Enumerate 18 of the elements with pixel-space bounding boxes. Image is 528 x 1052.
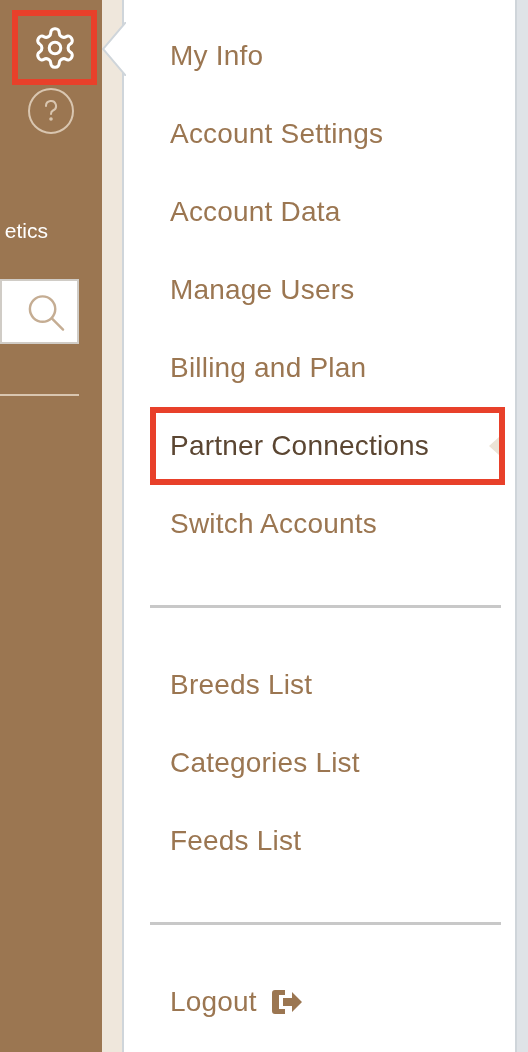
settings-button[interactable] — [12, 10, 97, 85]
question-mark-icon — [44, 99, 58, 123]
menu-item[interactable]: Breeds List — [150, 646, 505, 724]
menu-item[interactable]: Account Settings — [150, 95, 505, 173]
logout-icon — [270, 989, 303, 1015]
menu-item[interactable]: Account Data — [150, 173, 505, 251]
menu-item[interactable]: Partner Connections — [150, 407, 505, 485]
menu-item[interactable]: My Info — [150, 17, 505, 95]
help-button[interactable] — [28, 88, 74, 134]
menu-item[interactable]: Manage Users — [150, 251, 505, 329]
menu-item[interactable]: Feeds List — [150, 802, 505, 880]
menu-item[interactable]: Logout — [150, 963, 505, 1041]
selection-marker — [489, 437, 499, 455]
sidebar-label: etics — [4, 219, 48, 243]
search-field[interactable] — [0, 279, 79, 344]
menu-item[interactable]: Switch Accounts — [150, 485, 505, 563]
menu-item[interactable]: Billing and Plan — [150, 329, 505, 407]
menu-item[interactable]: Categories List — [150, 724, 505, 802]
